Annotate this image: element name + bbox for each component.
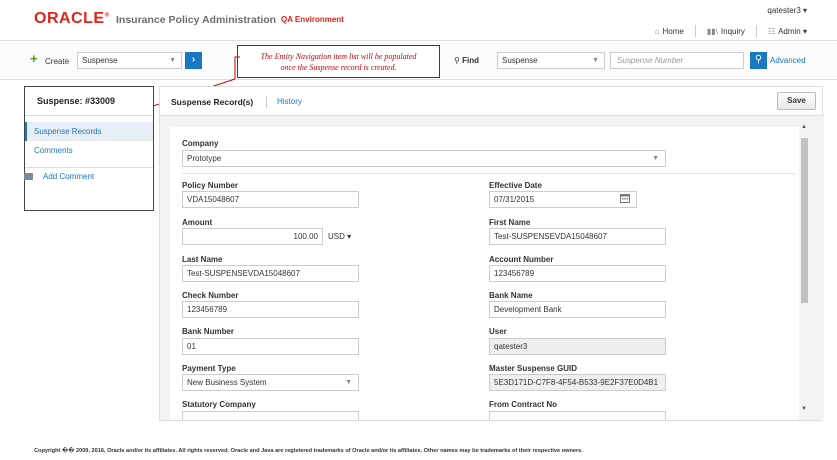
search-button[interactable]: ⚲ <box>750 52 767 69</box>
first-name-label: First Name <box>489 218 531 227</box>
tab-suspense-records[interactable]: Suspense Record(s) <box>171 97 253 107</box>
suspense-form: Company Prototype ▼ Policy Number VDA150… <box>170 127 799 420</box>
copyright-footer: Copyright �� 2009, 2016, Oracle and/or i… <box>34 448 583 454</box>
policy-number-label: Policy Number <box>182 181 239 190</box>
payment-type-label: Payment Type <box>182 364 236 373</box>
effective-date-field[interactable]: 07/31/2015 <box>489 191 637 208</box>
tab-history[interactable]: History <box>277 97 302 106</box>
scroll-up-icon[interactable]: ▲ <box>801 124 807 130</box>
nav-admin[interactable]: ☷ Admin ▾ <box>768 27 807 36</box>
bank-name-label: Bank Name <box>489 291 533 300</box>
form-scrollbar[interactable]: ▲ ▼ <box>800 124 810 414</box>
payment-type-select[interactable]: New Business System ▼ <box>182 374 359 391</box>
top-nav: ⌂ Home ▮▮\ Inquiry ☷ Admin ▾ <box>655 25 807 37</box>
app-header: ORACLE® Insurance Policy Administration … <box>0 0 837 41</box>
oracle-logo: ORACLE® <box>34 10 110 27</box>
nav-inquiry[interactable]: ▮▮\ Inquiry <box>707 27 745 36</box>
check-number-label: Check Number <box>182 291 239 300</box>
master-guid-label: Master Suspense GUID <box>489 364 578 373</box>
inquiry-icon: ▮▮\ <box>706 26 718 36</box>
chevron-right-icon: › <box>191 54 196 65</box>
account-number-label: Account Number <box>489 255 554 264</box>
statutory-company-select[interactable] <box>182 411 359 420</box>
environment-label: QA Environment <box>281 15 344 24</box>
bank-name-field[interactable]: Development Bank <box>489 301 666 318</box>
search-icon: ⚲ <box>454 56 460 65</box>
form-container: Company Prototype ▼ Policy Number VDA150… <box>160 116 824 420</box>
find-select[interactable]: Suspense ▼ <box>497 52 605 69</box>
last-name-field[interactable]: Test-SUSPENSEVDA15048607 <box>182 265 359 282</box>
check-number-field[interactable]: 123456789 <box>182 301 359 318</box>
annotation-callout: The Entity Navigation item list will be … <box>237 45 440 78</box>
suspense-title: Suspense: #33009 <box>25 87 153 116</box>
create-label: Create <box>45 57 70 66</box>
statutory-company-label: Statutory Company <box>182 400 256 409</box>
main-panel: Suspense Record(s) History Save Company … <box>159 86 824 421</box>
account-number-field[interactable]: 123456789 <box>489 265 666 282</box>
user-field: qatester3 <box>489 338 666 355</box>
plus-icon: + <box>30 51 38 66</box>
create-select[interactable]: Suspense ▼ <box>77 52 182 69</box>
bank-number-label: Bank Number <box>182 327 235 336</box>
search-icon: ⚲ <box>754 54 763 65</box>
policy-number-field[interactable]: VDA15048607 <box>182 191 359 208</box>
company-select[interactable]: Prototype ▼ <box>182 150 666 167</box>
entity-navigation-panel: Suspense: #33009 Suspense Records Commen… <box>24 86 154 211</box>
app-title: Insurance Policy Administration <box>116 14 277 26</box>
advanced-link[interactable]: Advanced <box>770 56 806 65</box>
calendar-icon[interactable] <box>620 193 630 203</box>
nav-comments[interactable]: Comments <box>25 141 153 160</box>
home-icon: ⌂ <box>654 26 660 36</box>
scroll-down-icon[interactable]: ▼ <box>801 406 807 412</box>
bank-number-field[interactable]: 01 <box>182 338 359 355</box>
admin-icon: ☷ <box>767 26 776 36</box>
effective-date-label: Effective Date <box>489 181 542 190</box>
master-guid-field: 5E3D171D-C7F8-4F54-B533-9E2F37E0D4B1 <box>489 374 666 391</box>
chevron-down-icon: ▼ <box>652 155 659 162</box>
tab-bar: Suspense Record(s) History Save <box>160 87 824 116</box>
chevron-down-icon: ▼ <box>345 379 352 386</box>
user-menu[interactable]: qatester3 ▾ <box>767 6 807 15</box>
from-contract-label: From Contract No <box>489 400 557 409</box>
chevron-down-icon: ▼ <box>592 57 599 64</box>
save-button[interactable]: Save <box>777 92 816 110</box>
create-go-button[interactable]: › <box>185 52 202 69</box>
first-name-field[interactable]: Test-SUSPENSEVDA15048607 <box>489 228 666 245</box>
nav-home[interactable]: ⌂ Home <box>655 27 684 36</box>
user-label: User <box>489 327 507 336</box>
currency-select[interactable]: USD ▾ <box>328 232 351 241</box>
from-contract-field[interactable] <box>489 411 666 420</box>
add-comment-link[interactable]: Add Comment <box>24 172 94 181</box>
amount-label: Amount <box>182 218 213 227</box>
comment-icon <box>24 173 33 180</box>
suspense-number-input[interactable]: Suspense Number <box>610 52 744 69</box>
chevron-down-icon: ▼ <box>169 57 176 64</box>
scrollbar-thumb[interactable] <box>801 138 808 303</box>
nav-suspense-records[interactable]: Suspense Records <box>25 122 153 141</box>
find-label: ⚲ Find <box>454 56 479 65</box>
company-label: Company <box>182 139 219 148</box>
last-name-label: Last Name <box>182 255 223 264</box>
amount-field[interactable]: 100.00 <box>182 228 323 245</box>
